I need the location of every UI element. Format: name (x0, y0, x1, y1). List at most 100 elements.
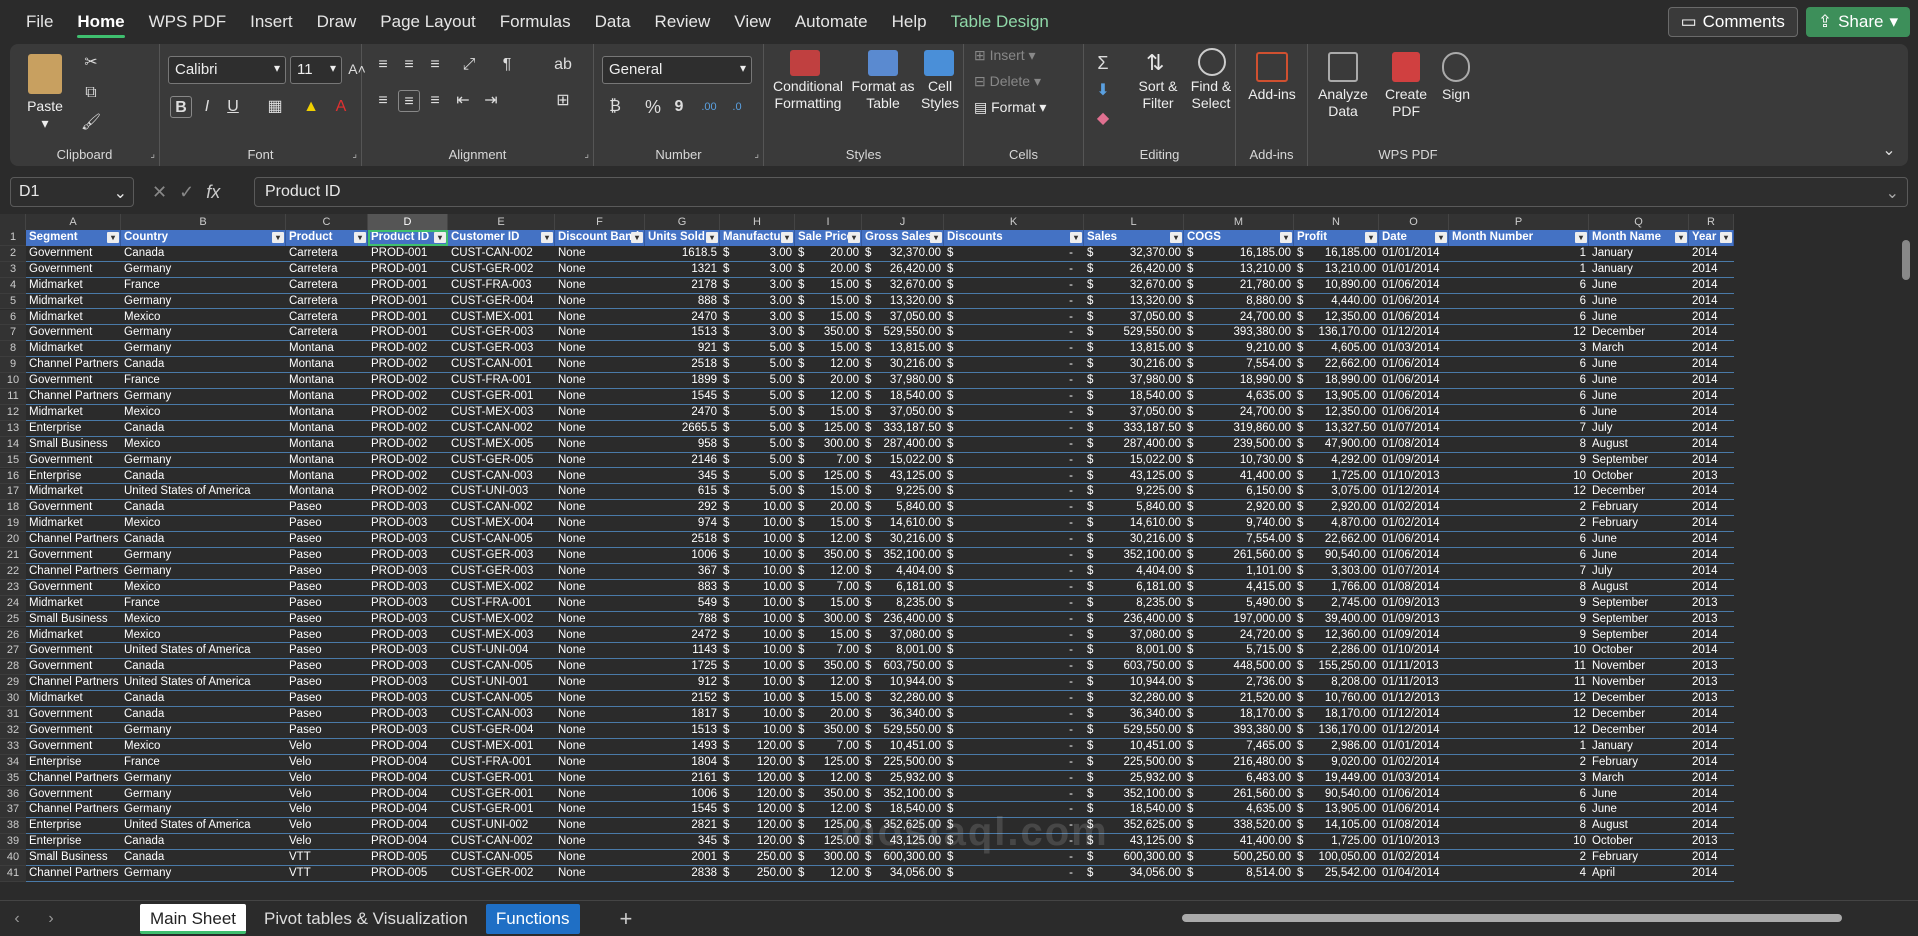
copy-icon[interactable]: ⧉ (80, 82, 102, 104)
table-cell[interactable]: None (555, 564, 645, 580)
orientation-icon[interactable]: ⤢ (458, 54, 480, 76)
table-cell[interactable]: PROD-004 (368, 802, 448, 819)
table-cell[interactable]: PROD-004 (368, 787, 448, 803)
table-cell[interactable]: $32,670.00 (862, 278, 944, 294)
table-cell[interactable]: Carretera (286, 278, 368, 294)
table-cell[interactable]: Small Business (26, 612, 121, 628)
table-cell[interactable]: 2014 (1689, 341, 1734, 358)
table-cell[interactable]: Government (26, 659, 121, 676)
table-cell[interactable]: $216,480.00 (1184, 755, 1294, 771)
table-cell[interactable]: CUST-CAN-005 (448, 691, 555, 707)
table-cell[interactable]: PROD-004 (368, 771, 448, 787)
row-header[interactable]: 34 (0, 754, 26, 771)
table-cell[interactable]: June (1589, 278, 1689, 294)
table-cell[interactable]: $10.00 (720, 691, 795, 707)
table-cell[interactable]: $37,050.00 (1084, 405, 1184, 421)
table-cell[interactable]: $448,500.00 (1184, 659, 1294, 676)
table-cell[interactable]: 6 (1449, 389, 1589, 405)
table-cell[interactable]: $15.00 (795, 484, 862, 501)
table-cell[interactable]: 01/04/2014 (1379, 866, 1449, 882)
table-cell[interactable]: 367 (645, 564, 720, 580)
table-cell[interactable]: 1513 (645, 325, 720, 342)
table-cell[interactable]: $13,905.00 (1294, 802, 1379, 819)
table-cell[interactable]: None (555, 294, 645, 310)
table-cell[interactable]: 12 (1449, 325, 1589, 342)
table-cell[interactable]: CUST-FRA-001 (448, 373, 555, 389)
table-header-cell[interactable]: Country ▾ (121, 230, 286, 246)
table-cell[interactable]: 9 (1449, 612, 1589, 628)
table-cell[interactable]: PROD-003 (368, 548, 448, 564)
table-cell[interactable]: $13,815.00 (1084, 341, 1184, 358)
table-cell[interactable]: 6 (1449, 357, 1589, 374)
underline-button[interactable]: U (222, 96, 244, 118)
table-cell[interactable]: 2161 (645, 771, 720, 787)
table-cell[interactable]: Germany (121, 341, 286, 358)
table-cell[interactable]: CUST-MEX-002 (448, 580, 555, 596)
table-cell[interactable]: $120.00 (720, 755, 795, 771)
autosum-icon[interactable]: Σ (1092, 52, 1114, 74)
table-cell[interactable]: 8 (1449, 818, 1589, 835)
table-cell[interactable]: $100,050.00 (1294, 850, 1379, 866)
table-cell[interactable]: 01/01/2014 (1379, 739, 1449, 755)
analyze-data-button[interactable]: Analyze Data (1308, 86, 1378, 120)
table-cell[interactable]: June (1589, 310, 1689, 326)
table-cell[interactable]: 2014 (1689, 866, 1734, 882)
name-box[interactable]: D1 ⌄ (10, 177, 134, 207)
column-header[interactable]: D (368, 214, 448, 230)
table-cell[interactable]: $ - (944, 278, 1084, 294)
table-cell[interactable]: Germany (121, 866, 286, 882)
table-cell[interactable]: CUST-GER-001 (448, 389, 555, 405)
table-cell[interactable]: 6 (1449, 802, 1589, 819)
table-cell[interactable]: $6,181.00 (1084, 580, 1184, 596)
table-cell[interactable]: $ - (944, 532, 1084, 548)
table-cell[interactable]: 12 (1449, 723, 1589, 739)
table-cell[interactable]: $25,542.00 (1294, 866, 1379, 882)
table-cell[interactable]: $13,327.50 (1294, 421, 1379, 437)
table-cell[interactable]: France (121, 755, 286, 771)
table-cell[interactable]: $7.00 (795, 453, 862, 469)
row-header[interactable]: 23 (0, 579, 26, 596)
align-right-icon[interactable]: ≡ (424, 90, 446, 112)
table-cell[interactable]: $4,404.00 (1084, 564, 1184, 580)
table-cell[interactable]: 01/12/2014 (1379, 484, 1449, 501)
table-cell[interactable]: $13,815.00 (862, 341, 944, 358)
table-cell[interactable]: $47,900.00 (1294, 437, 1379, 453)
table-cell[interactable]: PROD-001 (368, 310, 448, 326)
table-header-cell[interactable]: Date ▾ (1379, 230, 1449, 246)
table-cell[interactable]: February (1589, 516, 1689, 533)
table-cell[interactable]: 11 (1449, 659, 1589, 676)
table-cell[interactable]: $ - (944, 596, 1084, 612)
table-cell[interactable]: $ - (944, 294, 1084, 310)
table-cell[interactable]: $ - (944, 469, 1084, 485)
table-cell[interactable]: 01/06/2014 (1379, 787, 1449, 803)
table-cell[interactable]: Germany (121, 389, 286, 405)
scroll-thumb[interactable] (1902, 240, 1910, 280)
table-cell[interactable]: $37,050.00 (862, 310, 944, 326)
expand-icon[interactable]: ⌄ (1886, 183, 1899, 203)
table-cell[interactable]: $34,056.00 (862, 866, 944, 882)
table-cell[interactable]: Mexico (121, 739, 286, 755)
table-cell[interactable]: 3 (1449, 341, 1589, 358)
table-cell[interactable]: 6 (1449, 405, 1589, 421)
table-cell[interactable]: PROD-003 (368, 675, 448, 692)
table-cell[interactable]: Canada (121, 500, 286, 517)
table-cell[interactable]: $261,560.00 (1184, 548, 1294, 564)
table-cell[interactable]: $36,340.00 (862, 707, 944, 723)
table-header-cell[interactable]: Segment ▾ (26, 230, 121, 246)
comments-button[interactable]: ▭ Comments (1667, 7, 1798, 37)
table-cell[interactable]: $1,766.00 (1294, 580, 1379, 596)
table-cell[interactable]: February (1589, 850, 1689, 866)
wrap-text-icon[interactable]: ab (552, 54, 574, 76)
format-painter-icon[interactable]: 🖌 (80, 112, 102, 134)
row-header[interactable]: 10 (0, 373, 26, 389)
table-cell[interactable]: $13,320.00 (1084, 294, 1184, 310)
table-cell[interactable]: $32,370.00 (862, 246, 944, 262)
table-cell[interactable]: $287,400.00 (862, 437, 944, 453)
table-cell[interactable]: $352,100.00 (1084, 548, 1184, 564)
column-header[interactable]: C (286, 214, 368, 230)
table-cell[interactable]: None (555, 723, 645, 739)
table-cell[interactable]: $6,150.00 (1184, 484, 1294, 501)
table-cell[interactable]: CUST-MEX-005 (448, 437, 555, 453)
table-cell[interactable]: $36,340.00 (1084, 707, 1184, 723)
table-header-cell[interactable]: Product ▾ (286, 230, 368, 246)
